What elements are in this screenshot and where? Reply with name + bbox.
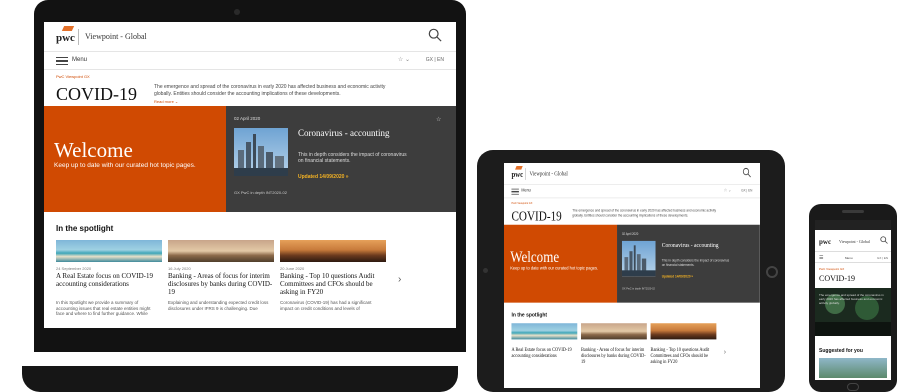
- article-title[interactable]: A Real Estate focus on COVID-19 accounti…: [511, 347, 578, 359]
- article-body: Explaining and understanding expected cr…: [168, 300, 269, 311]
- menu-button[interactable]: Menu: [72, 57, 87, 63]
- site-title: Viewpoint - Global: [85, 32, 147, 41]
- laptop-base: [22, 366, 458, 392]
- pwc-logo[interactable]: pwc: [56, 32, 75, 44]
- welcome-heading: Welcome: [54, 138, 133, 162]
- article-date: 16 July 2020: [168, 266, 191, 271]
- welcome-subtitle: Keep up to date with our curated hot top…: [510, 265, 599, 272]
- article-title[interactable]: Banking - Top 10 questions Audit Committ…: [280, 272, 388, 296]
- article-title[interactable]: Banking - Areas of focus for interim dis…: [581, 347, 648, 365]
- laptop-page: pwc Viewpoint - Global Menu ☆ ⌄ GX | EN …: [44, 22, 456, 328]
- breadcrumb[interactable]: PwC Viewpoint GX: [56, 74, 90, 79]
- spotlight-heading: In the spotlight: [56, 224, 114, 233]
- menu-bar: Menu ☆ ⌄ GX | EN: [504, 185, 760, 199]
- header-divider: [525, 168, 526, 180]
- welcome-subtitle: Keep up to date with our curated hot top…: [54, 162, 196, 169]
- hamburger-menu-icon[interactable]: [56, 57, 68, 65]
- breadcrumb[interactable]: PwC Viewpoint GX: [819, 267, 844, 271]
- search-icon[interactable]: [428, 28, 442, 42]
- search-icon[interactable]: [880, 236, 888, 244]
- pwc-logo[interactable]: pwc: [511, 170, 523, 179]
- suggested-heading: Suggested for you: [819, 348, 863, 354]
- phone-speaker: [842, 210, 864, 213]
- phone-hero-text: The emergence and spread of the coronavi…: [819, 293, 884, 305]
- pwc-logo[interactable]: pwc: [819, 238, 831, 246]
- city-skyline-image: [621, 240, 656, 277]
- article-image-road[interactable]: [650, 323, 717, 340]
- card-source: GX PwC in depth INT2020-02: [234, 190, 287, 195]
- article-image-sunset[interactable]: [168, 240, 274, 262]
- menu-bar: Menu ☆ ⌄ GX | EN: [44, 52, 456, 70]
- article-body: In this Spotlight we provide a summary o…: [56, 300, 151, 316]
- tablet-home-button: [766, 266, 778, 278]
- page-title: COVID-19: [819, 274, 855, 283]
- card-date: 02 April 2020: [234, 116, 261, 121]
- card-updated-link[interactable]: Updated 14/09/2020 »: [298, 174, 349, 180]
- card-updated-link[interactable]: Updated 14/09/2020 »: [662, 275, 693, 279]
- card-source: GX PwC in depth INT2020-02: [621, 286, 655, 291]
- article-date: 20 June 2020: [280, 266, 305, 271]
- favorites-dropdown[interactable]: ☆ ⌄: [398, 56, 410, 63]
- phone-browser-bar: [815, 220, 891, 230]
- tablet-screen: pwc Viewpoint - Global Menu ☆ ⌄ GX | EN …: [504, 163, 760, 388]
- card-date: 02 April 2020: [621, 232, 639, 236]
- read-more-link[interactable]: Read more ⌄: [154, 99, 178, 104]
- site-header: pwc Viewpoint - Global: [815, 230, 891, 252]
- favorites-dropdown[interactable]: ☆ ⌄: [724, 188, 732, 193]
- laptop-camera: [234, 9, 240, 15]
- page-intro: The emergence and spread of the coronavi…: [572, 208, 717, 219]
- card-title[interactable]: Coronavirus - accounting: [298, 128, 448, 138]
- site-header: pwc Viewpoint - Global: [44, 22, 456, 52]
- language-selector[interactable]: GX | EN: [741, 189, 752, 193]
- article-image-sunset[interactable]: [581, 323, 647, 340]
- page-title: COVID-19: [56, 84, 137, 104]
- suggested-image[interactable]: [819, 358, 887, 378]
- chevron-right-icon[interactable]: ›: [398, 274, 401, 285]
- hamburger-menu-icon[interactable]: ☰: [819, 255, 823, 261]
- breadcrumb[interactable]: PwC Viewpoint GX: [511, 201, 532, 205]
- language-selector[interactable]: GX | EN: [426, 57, 444, 63]
- phone-screen: pwc Viewpoint - Global ☰ Menu GX | EN Pw…: [815, 220, 891, 380]
- article-image-beach[interactable]: [511, 323, 578, 340]
- menu-bar: ☰ Menu GX | EN: [815, 253, 891, 263]
- header-divider: [78, 29, 79, 45]
- card-description: This in depth considers the impact of co…: [298, 152, 407, 164]
- article-title[interactable]: Banking - Areas of focus for interim dis…: [168, 272, 276, 296]
- card-description: This in depth considers the impact of co…: [661, 258, 730, 268]
- laptop-hinge-gap: [34, 352, 466, 366]
- tablet-camera: [483, 268, 488, 273]
- article-body: Coronavirus (COVID-19) has had a signifi…: [280, 300, 372, 311]
- site-title: Viewpoint - Global: [529, 170, 568, 177]
- city-skyline-image: [234, 128, 288, 176]
- card-title[interactable]: Coronavirus - accounting: [662, 241, 755, 248]
- welcome-heading: Welcome: [510, 248, 560, 266]
- article-title[interactable]: Banking - Top 10 questions Audit Committ…: [651, 347, 718, 365]
- site-title: Viewpoint - Global: [839, 239, 870, 244]
- menu-button[interactable]: Menu: [521, 189, 530, 193]
- language-selector[interactable]: GX | EN: [877, 256, 888, 260]
- tablet-page: pwc Viewpoint - Global Menu ☆ ⌄ GX | EN …: [504, 163, 760, 388]
- menu-button[interactable]: Menu: [845, 256, 853, 260]
- page-intro: The emergence and spread of the coronavi…: [154, 84, 386, 97]
- page-title: COVID-19: [511, 208, 562, 224]
- chevron-right-icon[interactable]: ›: [724, 348, 726, 356]
- article-date: 24 September 2020: [56, 266, 92, 271]
- search-icon[interactable]: [742, 167, 751, 178]
- article-title[interactable]: A Real Estate focus on COVID-19 accounti…: [56, 272, 164, 288]
- laptop-screen: pwc Viewpoint - Global Menu ☆ ⌄ GX | EN …: [44, 22, 456, 328]
- star-icon[interactable]: ☆: [436, 116, 441, 123]
- article-image-road[interactable]: [280, 240, 386, 262]
- site-header: pwc Viewpoint - Global: [504, 163, 760, 186]
- hamburger-menu-icon[interactable]: [511, 188, 519, 195]
- phone-home-button: [847, 383, 859, 391]
- spotlight-heading: In the spotlight: [511, 311, 548, 319]
- article-image-beach[interactable]: [56, 240, 162, 262]
